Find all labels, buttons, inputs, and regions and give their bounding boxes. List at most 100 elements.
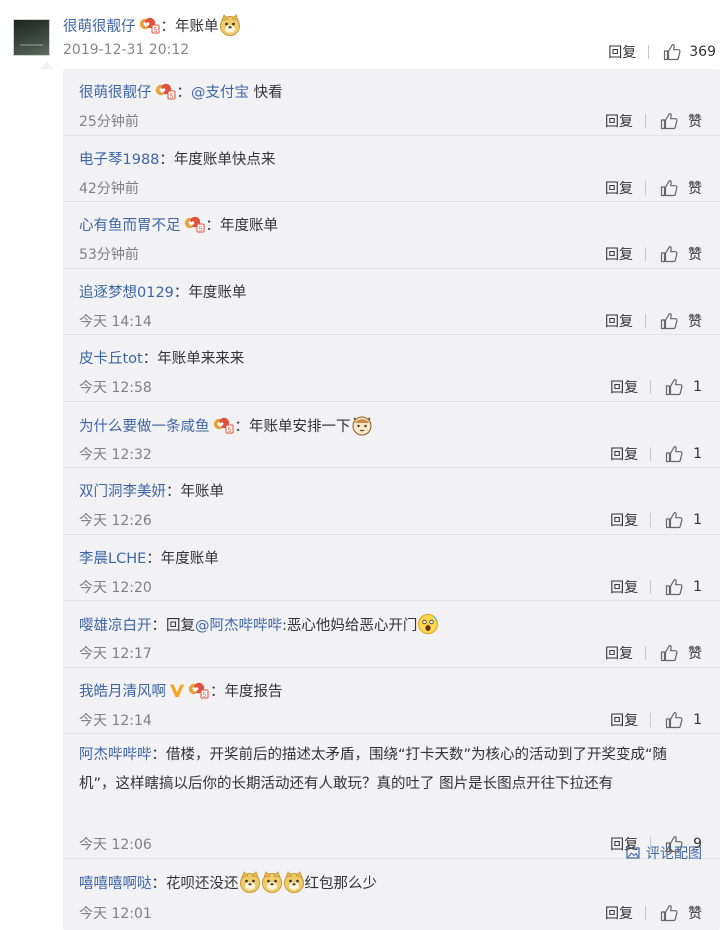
reply-button[interactable]: 回复 [610, 577, 638, 597]
reply-content: 嘻嘻嘻啊哒：花呗还没还 红包那么少 [79, 871, 377, 896]
mention-link[interactable]: @支付宝 [191, 85, 249, 101]
avatar[interactable] [13, 19, 50, 56]
reply-text: 年度账单 [220, 218, 278, 234]
reply-username[interactable]: 电子琴1988 [79, 152, 159, 168]
reply-username[interactable]: 嘤雄凉白开 [79, 618, 152, 634]
reply-content: 电子琴1988：年度账单快点来 [79, 152, 276, 168]
like-count: 369 [689, 44, 716, 60]
divider [645, 314, 646, 328]
vip-badge-icon [187, 681, 209, 699]
reply-time: 53分钟前 [79, 247, 139, 263]
like-button[interactable]: 1 [665, 511, 702, 529]
reply-text: 年度账单快点来 [173, 152, 276, 168]
reply-username[interactable]: 心有鱼而胃不足 [79, 218, 181, 234]
like-button[interactable]: 赞 [660, 244, 702, 264]
reply-content: 皮卡丘tot：年账单来来来 [79, 351, 245, 367]
reply-content: 李晨LCHE：年度账单 [79, 551, 219, 567]
like-button[interactable]: 赞 [660, 311, 702, 331]
divider [650, 447, 652, 461]
reply-button[interactable]: 回复 [605, 244, 633, 264]
reply-text: 年账单来来来 [157, 351, 245, 367]
reply-actions: 回复 1 [610, 377, 702, 397]
like-button[interactable]: 369 [663, 43, 716, 61]
reply-button[interactable]: 回复 [605, 178, 633, 198]
like-label: 赞 [688, 906, 702, 922]
divider [645, 646, 646, 660]
divider [650, 580, 652, 594]
reply-item: 我皓月清风啊 ：年度报告 今天 12:14 回复 1 [63, 668, 720, 734]
reply-content: 双门洞李美妍：年账单 [79, 484, 225, 500]
like-button[interactable]: 赞 [660, 903, 702, 923]
divider [645, 114, 646, 128]
vip-badge-icon [138, 16, 160, 34]
doge-emoji-icon [283, 871, 305, 893]
reply-time: 今天 12:06 [79, 837, 152, 853]
like-button[interactable]: 1 [665, 445, 702, 463]
reply-item: 嘤雄凉白开：回复@阿杰哔哔哔:恶心他妈给恶心开门 今天 12:17 回复 赞 [63, 601, 720, 668]
mention-link[interactable]: @阿杰哔哔哔 [195, 618, 282, 634]
reply-time: 42分钟前 [79, 181, 139, 197]
divider [650, 513, 652, 527]
like-button[interactable]: 1 [665, 711, 702, 729]
verified-v-icon [170, 684, 184, 697]
reply-prefix: 回复 [166, 618, 195, 634]
like-button[interactable]: 赞 [660, 178, 702, 198]
reply-text: 年账单 [180, 484, 225, 500]
like-button[interactable]: 1 [665, 378, 702, 396]
reply-button[interactable]: 回复 [608, 42, 636, 62]
divider [648, 45, 650, 59]
reply-button[interactable]: 回复 [610, 710, 638, 730]
thumbs-up-icon [665, 511, 683, 529]
thumbs-up-icon [665, 445, 683, 463]
like-button[interactable]: 1 [665, 578, 702, 596]
like-button[interactable]: 赞 [660, 643, 702, 663]
reply-content: 嘤雄凉白开：回复@阿杰哔哔哔:恶心他妈给恶心开门 [79, 613, 439, 638]
reply-item: 李晨LCHE：年度账单 今天 12:20 回复 1 [63, 535, 720, 601]
reply-text: 花呗还没还 [166, 876, 239, 892]
like-count: 1 [693, 512, 702, 528]
reply-button[interactable]: 回复 [605, 111, 633, 131]
comment-body: 很萌很靓仔 ：年账单 [63, 14, 241, 39]
reply-button[interactable]: 回复 [605, 903, 633, 923]
reply-username[interactable]: 嘻嘻嘻啊哒 [79, 876, 152, 892]
reply-time: 今天 12:58 [79, 380, 152, 396]
panel-caret [40, 62, 54, 69]
reply-username[interactable]: 很萌很靓仔 [79, 85, 152, 101]
reply-time: 今天 12:17 [79, 646, 152, 662]
reply-button[interactable]: 回复 [610, 444, 638, 464]
like-count: 1 [693, 379, 702, 395]
like-button[interactable]: 赞 [660, 111, 702, 131]
reply-username[interactable]: 阿杰哔哔哔 [79, 747, 152, 763]
like-label: 赞 [688, 646, 702, 662]
reply-actions: 回复 赞 [605, 903, 702, 923]
reply-button[interactable]: 回复 [610, 377, 638, 397]
reply-username[interactable]: 追逐梦想0129 [79, 285, 174, 301]
reply-item: 追逐梦想0129：年度账单 今天 14:14 回复 赞 [63, 269, 720, 335]
comment-actions: 回复 369 [608, 42, 716, 62]
reply-button[interactable]: 回复 [610, 510, 638, 530]
reply-username[interactable]: 为什么要做一条咸鱼 [79, 419, 210, 435]
reply-username[interactable]: 皮卡丘tot [79, 351, 143, 367]
reply-actions: 回复 赞 [605, 111, 702, 131]
like-label: 赞 [688, 181, 702, 197]
reply-actions: 回复 赞 [605, 178, 702, 198]
reply-time: 今天 12:20 [79, 580, 152, 596]
comment-timestamp: 2019-12-31 20:12 [63, 42, 190, 58]
reply-username[interactable]: 我皓月清风啊 [79, 684, 166, 700]
reply-username[interactable]: 双门洞李美妍 [79, 484, 166, 500]
reply-actions: 回复 赞 [605, 643, 702, 663]
reply-item: 为什么要做一条咸鱼 ：年账单安排一下 今天 12:32 回复 1 [63, 402, 720, 468]
reply-button[interactable]: 回复 [610, 834, 638, 854]
reply-button[interactable]: 回复 [605, 643, 633, 663]
reply-text: 红包那么少 [304, 876, 378, 892]
reply-username[interactable]: 李晨LCHE [79, 551, 146, 567]
reply-content: 我皓月清风啊 ：年度报告 [79, 680, 283, 704]
reply-button[interactable]: 回复 [605, 311, 633, 331]
reply-actions: 回复 1 [610, 710, 702, 730]
reply-content: 为什么要做一条咸鱼 ：年账单安排一下 [79, 414, 373, 439]
comment-username[interactable]: 很萌很靓仔 [63, 19, 136, 35]
reply-item: 双门洞李美妍：年账单 今天 12:26 回复 1 [63, 468, 720, 535]
like-count: 1 [693, 446, 702, 462]
reply-item: 心有鱼而胃不足 ：年度账单 53分钟前 回复 赞 [63, 202, 720, 269]
like-button[interactable]: 9 [665, 835, 702, 853]
